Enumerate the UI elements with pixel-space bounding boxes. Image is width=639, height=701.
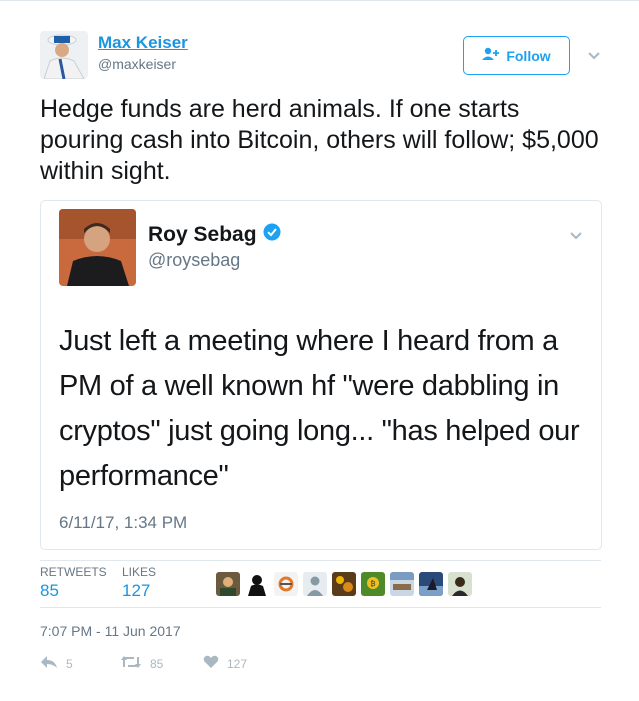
quoted-author-name[interactable]: Roy Sebag [148,223,257,247]
liker-avatar[interactable] [332,572,356,596]
liker-avatar[interactable] [216,572,240,596]
liker-avatar[interactable] [390,572,414,596]
verified-badge-icon [263,223,281,247]
quoted-author-handle[interactable]: @roysebag [148,250,240,271]
chevron-down-icon[interactable] [569,229,583,243]
quoted-author-name-row[interactable]: Roy Sebag [148,223,281,247]
top-border [0,0,639,1]
follow-label: Follow [506,47,551,64]
follow-button[interactable]: Follow [463,36,570,75]
liker-avatar[interactable] [245,572,269,596]
liker-avatar[interactable]: ₿ [361,572,385,596]
quoted-author-avatar[interactable] [59,209,136,286]
retweet-action[interactable]: 85 [120,655,163,672]
tweet-timestamp[interactable]: 7:07 PM - 11 Jun 2017 [40,623,181,639]
liker-avatar[interactable] [448,572,472,596]
reply-icon [40,655,58,672]
heart-icon [203,655,219,672]
tweet-text: Hedge funds are herd animals. If one sta… [40,95,599,185]
retweet-count: 85 [150,656,164,671]
liker-avatar[interactable] [274,572,298,596]
author-handle[interactable]: @maxkeiser [98,56,176,72]
author-avatar[interactable] [40,31,88,79]
divider [40,607,601,608]
like-action[interactable]: 127 [203,655,247,672]
likers-avatars: ₿ [216,572,472,596]
like-count: 127 [227,656,248,671]
likes-label[interactable]: LIKES [122,565,156,579]
follow-user-icon [482,47,500,64]
svg-text:₿: ₿ [370,580,375,588]
divider [40,560,601,561]
likes-count[interactable]: 127 [122,581,150,601]
quoted-tweet-time[interactable]: 6/11/17, 1:34 PM [59,513,187,533]
retweets-label[interactable]: RETWEETS [40,565,107,579]
chevron-down-icon[interactable] [587,49,601,63]
liker-avatar[interactable] [303,572,327,596]
retweets-count[interactable]: 85 [40,581,59,601]
reply-count: 5 [66,656,73,671]
retweet-icon [120,655,142,672]
author-name[interactable]: Max Keiser [98,33,188,53]
reply-action[interactable]: 5 [40,655,73,672]
liker-avatar[interactable] [419,572,443,596]
quoted-tweet-card[interactable]: Roy Sebag @roysebag Just left a meeting … [40,200,602,550]
quoted-tweet-text: Just left a meeting where I heard from a… [59,325,580,492]
